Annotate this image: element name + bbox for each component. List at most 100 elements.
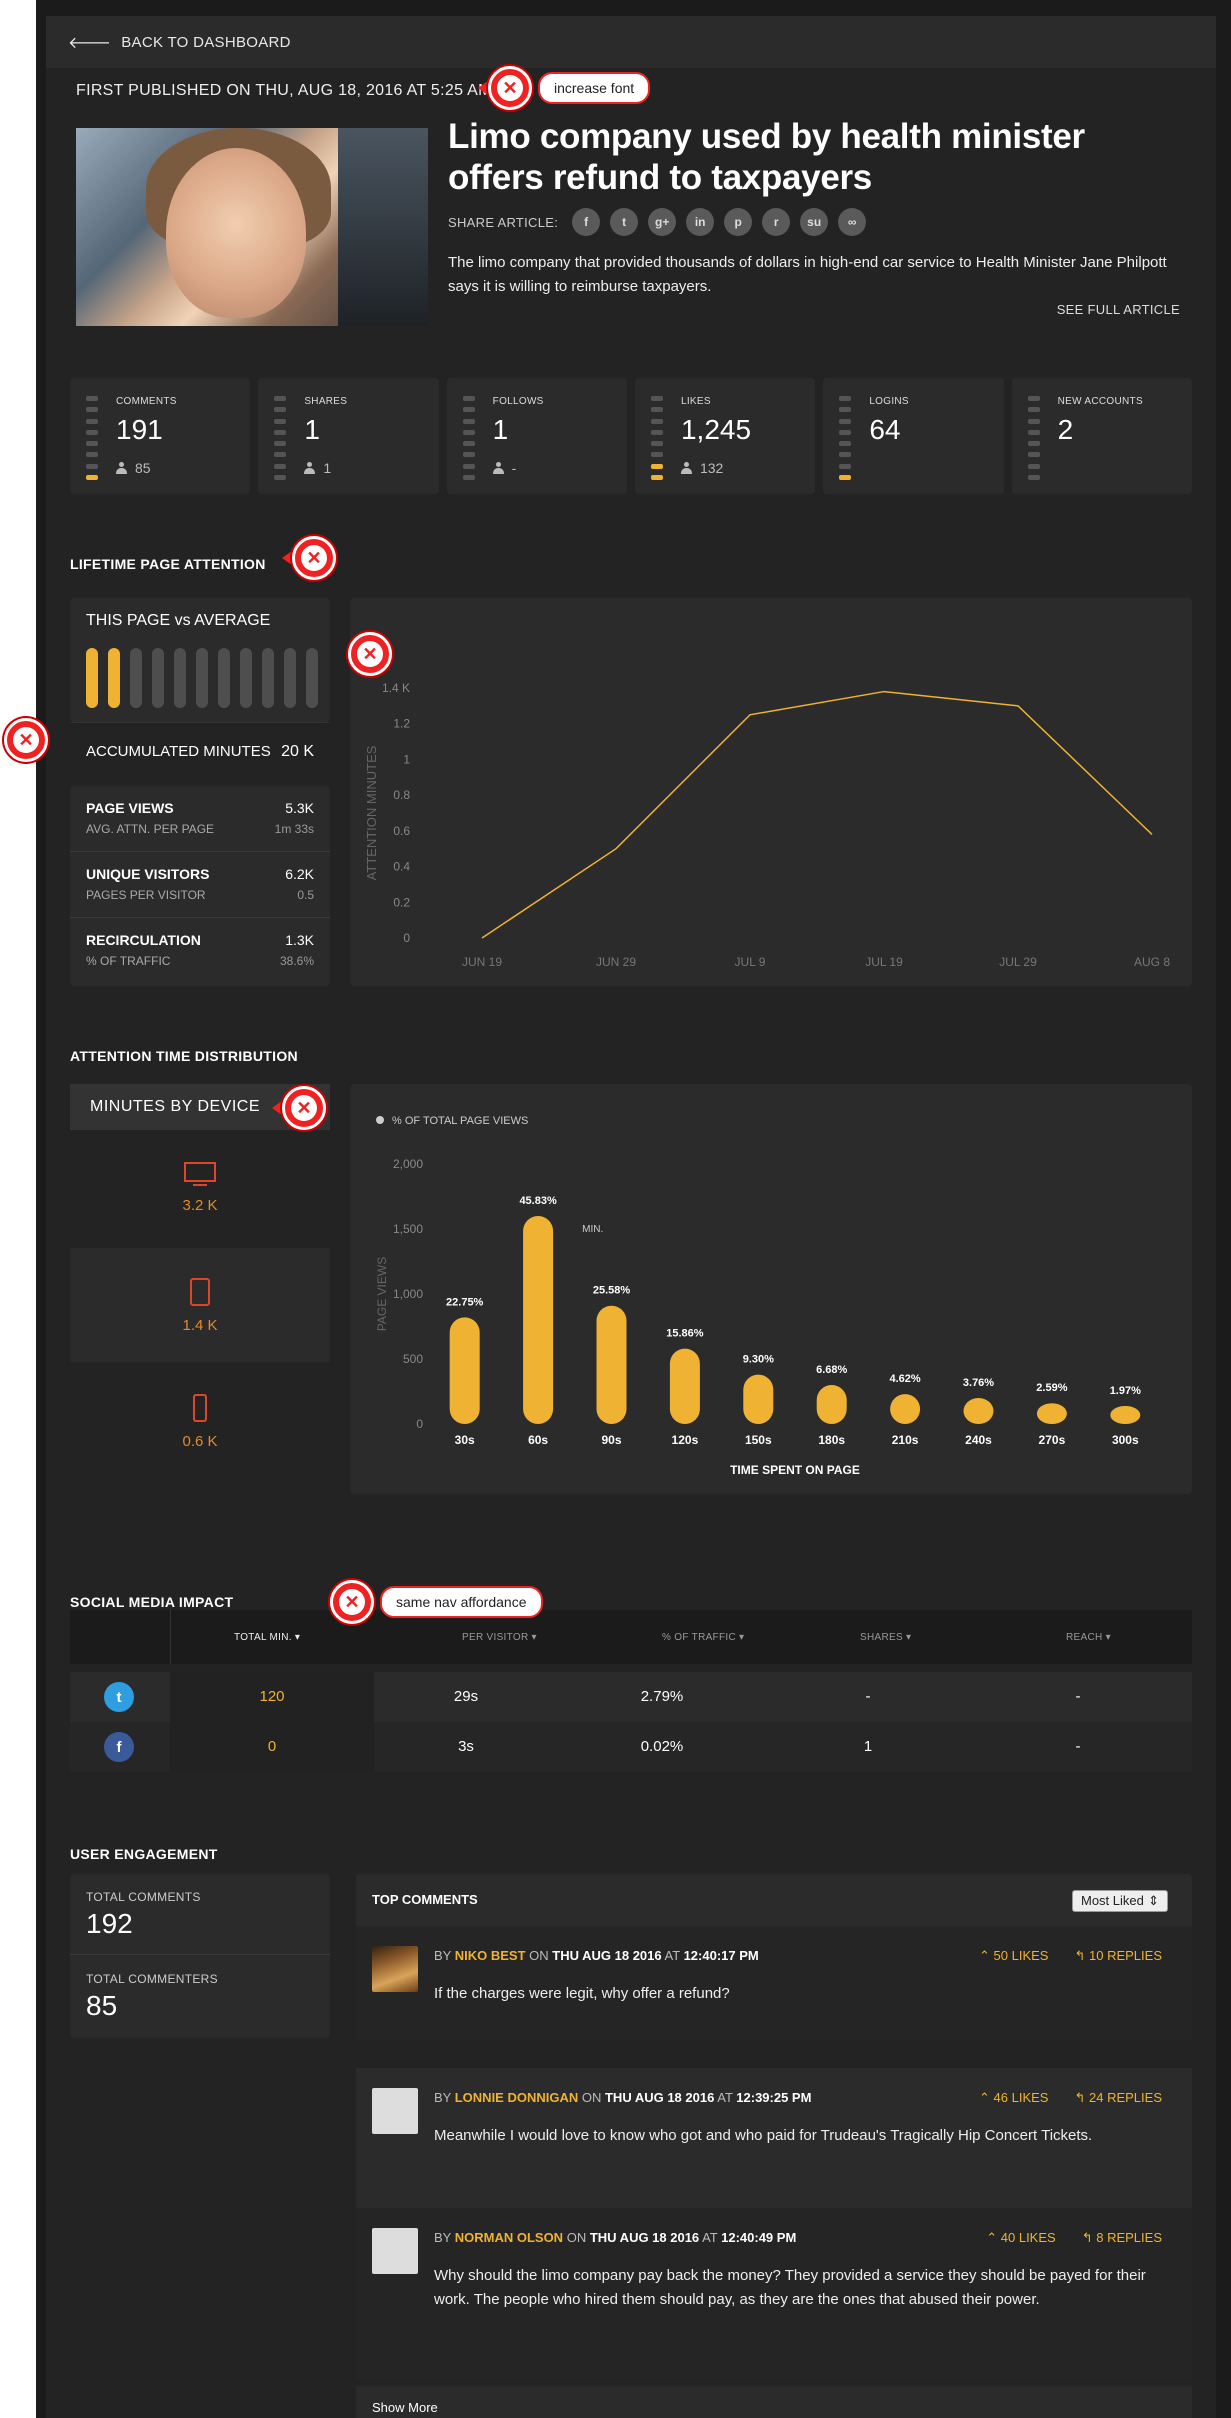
person-icon (680, 462, 692, 474)
author-link[interactable]: NIKO BEST (455, 1948, 526, 1963)
accumulated-minutes: ACCUMULATED MINUTES 20 K (70, 722, 330, 780)
select-arrows-icon: ⇕ (1148, 1893, 1159, 1908)
stat-label: LOGINS (869, 396, 909, 407)
total-comments-label: TOTAL COMMENTS (86, 1890, 201, 1904)
col-traffic[interactable]: % OF TRAFFIC ▾ (662, 1632, 744, 1643)
cell: 0.02% (640, 1738, 684, 1755)
x-tick-label: 180s (818, 1433, 845, 1447)
see-full-article-link[interactable]: SEE FULL ARTICLE (1057, 302, 1180, 317)
author-link[interactable]: NORMAN OLSON (455, 2230, 563, 2245)
annotation-pin-device: ✕ (272, 1086, 326, 1130)
x-tick-label: JUL 29 (999, 955, 1037, 969)
likes-button[interactable]: ⌃ 46 LIKES (979, 2090, 1048, 2106)
stat-sub: - (492, 460, 516, 476)
y-tick-label: 0.6 (393, 824, 410, 838)
col-total-min[interactable]: TOTAL MIN. ▾ (234, 1632, 300, 1643)
x-tick-label: 300s (1112, 1433, 1139, 1447)
bar (890, 1394, 921, 1424)
y-tick-label: 500 (403, 1352, 423, 1366)
chart-note: MIN. (582, 1224, 603, 1235)
y-tick-label: 0.8 (393, 788, 410, 802)
replies-button[interactable]: ↰ 24 REPLIES (1074, 2090, 1162, 2106)
link-share-icon[interactable]: ∞ (838, 208, 867, 236)
replies-button[interactable]: ↰ 8 REPLIES (1082, 2230, 1162, 2246)
annotation-pin-axis: ✕ (348, 632, 392, 676)
social-table-header: TOTAL MIN. ▾ PER VISITOR ▾ % OF TRAFFIC … (70, 1610, 1192, 1664)
x-tick-label: 120s (672, 1433, 699, 1447)
x-tick-label: 60s (528, 1433, 548, 1447)
bar (523, 1216, 554, 1424)
likes-button[interactable]: ⌃ 50 LIKES (979, 1948, 1048, 1964)
comment: BY NIKO BEST ON THU AUG 18 2016 AT 12:40… (356, 1926, 1192, 2040)
metric-subtitle: PAGES PER VISITOR (86, 888, 206, 902)
bar (669, 1348, 700, 1424)
sort-select[interactable]: Most Liked ⇕ (1072, 1890, 1168, 1912)
engagement-heading: USER ENGAGEMENT (70, 1846, 218, 1862)
compare-pill (284, 648, 296, 708)
y-tick-label: 0 (416, 1417, 423, 1431)
facebook-share-icon[interactable]: f (572, 208, 601, 236)
social-table: TOTAL MIN. ▾ PER VISITOR ▾ % OF TRAFFIC … (70, 1610, 1192, 1778)
level-bars (1027, 396, 1040, 480)
attention-line-chart: 0 0.2 0.4 0.6 0.8 1 1.2 1.4 K JUN 19 JUN 29 JUL 9 J… (350, 598, 1192, 986)
author-link[interactable]: LONNIE DONNIGAN (455, 2090, 579, 2105)
pinterest-share-icon[interactable]: p (724, 208, 753, 236)
close-icon: ✕ (13, 727, 39, 753)
annotation-pin: ✕ (282, 1086, 326, 1130)
linkedin-share-icon[interactable]: in (686, 208, 715, 236)
share-bar: SHARE ARTICLE: f t g+ in p r su ∞ (448, 208, 876, 236)
metric-row: UNIQUE VISITORS PAGES PER VISITOR 6.2K 0… (70, 852, 330, 918)
bar-data-label: 4.62% (889, 1373, 920, 1385)
twitter-share-icon[interactable]: t (610, 208, 639, 236)
stat-card: COMMENTS 191 85 (70, 378, 251, 494)
show-more-button[interactable]: Show More (356, 2386, 1192, 2418)
distribution-heading: ATTENTION TIME DISTRIBUTION (70, 1048, 298, 1064)
avatar (372, 2088, 418, 2134)
x-tick-label: 210s (892, 1433, 919, 1447)
annotation-label: increase font (538, 72, 651, 104)
col-per-visitor[interactable]: PER VISITOR ▾ (462, 1632, 537, 1643)
person-icon (116, 462, 127, 474)
stat-value: 1 (304, 414, 320, 445)
y-tick-label: 1 (403, 752, 410, 766)
social-heading: SOCIAL MEDIA IMPACT (70, 1594, 234, 1610)
metric-row: RECIRCULATION % OF TRAFFIC 1.3K 38.6% (70, 918, 330, 984)
published-date: FIRST PUBLISHED ON THU, AUG 18, 2016 AT … (76, 82, 492, 99)
total-comments-value: 192 (86, 1908, 133, 1939)
engagement-totals: TOTAL COMMENTS 192 TOTAL COMMENTERS 85 (70, 1874, 330, 2038)
googleplus-share-icon[interactable]: g+ (648, 208, 677, 236)
cell: 2.79% (640, 1688, 684, 1705)
replies-button[interactable]: ↰ 10 REPLIES (1074, 1948, 1162, 1964)
comment-text: If the charges were legit, why offer a r… (434, 1985, 730, 2002)
compare-pills (86, 648, 318, 708)
bar-data-label: 9.30% (743, 1354, 774, 1366)
legend-label: % OF TOTAL PAGE VIEWS (392, 1115, 528, 1127)
stat-label: SHARES (304, 396, 348, 407)
reddit-share-icon[interactable]: r (762, 208, 791, 236)
back-to-dashboard-link[interactable]: 🡐 BACK TO DASHBOARD (46, 16, 1216, 68)
col-shares[interactable]: SHARES ▾ (860, 1632, 911, 1643)
likes-button[interactable]: ⌃ 40 LIKES (986, 2230, 1055, 2246)
legend-dot (376, 1116, 384, 1124)
annotation-pin: ✕ (4, 718, 48, 762)
stat-sub: 85 (116, 460, 151, 476)
compare-pill (86, 648, 98, 708)
metric-row: PAGE VIEWS AVG. ATTN. PER PAGE 5.3K 1m 3… (70, 786, 330, 852)
y-tick-label: 0.2 (393, 895, 410, 909)
reply-icon: ↰ (1074, 2090, 1086, 2105)
reply-icon: ↰ (1081, 2230, 1093, 2245)
top-comments-header: TOP COMMENTS Most Liked ⇕ (356, 1874, 1192, 1926)
device-tablet: 1.4 K (70, 1248, 330, 1362)
stumbleupon-share-icon[interactable]: su (800, 208, 829, 236)
device-value: 1.4 K (182, 1316, 218, 1334)
comment-meta: BY NIKO BEST ON THU AUG 18 2016 AT 12:40… (434, 1948, 759, 1963)
device-value: 3.2 K (182, 1196, 218, 1214)
comment: BY LONNIE DONNIGAN ON THU AUG 18 2016 AT… (356, 2068, 1192, 2208)
col-reach[interactable]: REACH ▾ (1066, 1632, 1111, 1643)
stat-card: FOLLOWS 1 - (446, 378, 627, 494)
x-tick-label: 270s (1039, 1433, 1066, 1447)
level-bars (274, 396, 287, 480)
compare-title: THIS PAGE vs AVERAGE (86, 612, 271, 629)
facebook-icon: f (104, 1732, 134, 1762)
bar (963, 1398, 994, 1424)
